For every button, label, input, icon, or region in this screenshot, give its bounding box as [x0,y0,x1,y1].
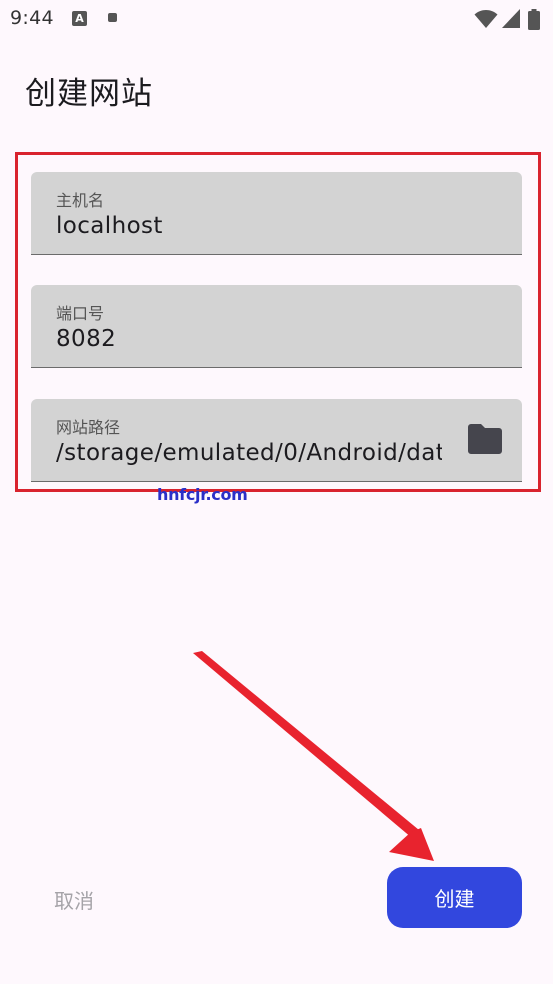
port-field[interactable]: 端口号 8082 [31,285,522,368]
port-input[interactable]: 8082 [56,326,116,352]
notification-app-icon: A [72,11,87,26]
wifi-icon [474,10,498,28]
dialog-title: 创建网站 [25,76,153,112]
path-field-label: 网站路径 [56,418,121,437]
status-time: 9:44 [10,7,54,29]
notification-dot-icon [108,13,117,22]
cancel-button[interactable]: 取消 [30,871,118,927]
battery-icon [528,9,540,30]
host-field[interactable]: 主机名 localhost [31,172,522,255]
port-field-label: 端口号 [56,304,105,323]
host-field-label: 主机名 [56,191,105,210]
watermark-text: hnfcjr.com [157,485,248,504]
path-input[interactable]: /storage/emulated/0/Android/data [56,440,442,466]
host-input[interactable]: localhost [56,213,163,239]
create-button[interactable]: 创建 [387,867,522,928]
status-bar: 9:44 A [0,0,553,40]
cell-signal-icon [502,9,520,28]
folder-icon[interactable] [468,424,502,454]
path-field[interactable]: 网站路径 /storage/emulated/0/Android/data [31,399,522,482]
annotation-arrow [193,651,434,861]
